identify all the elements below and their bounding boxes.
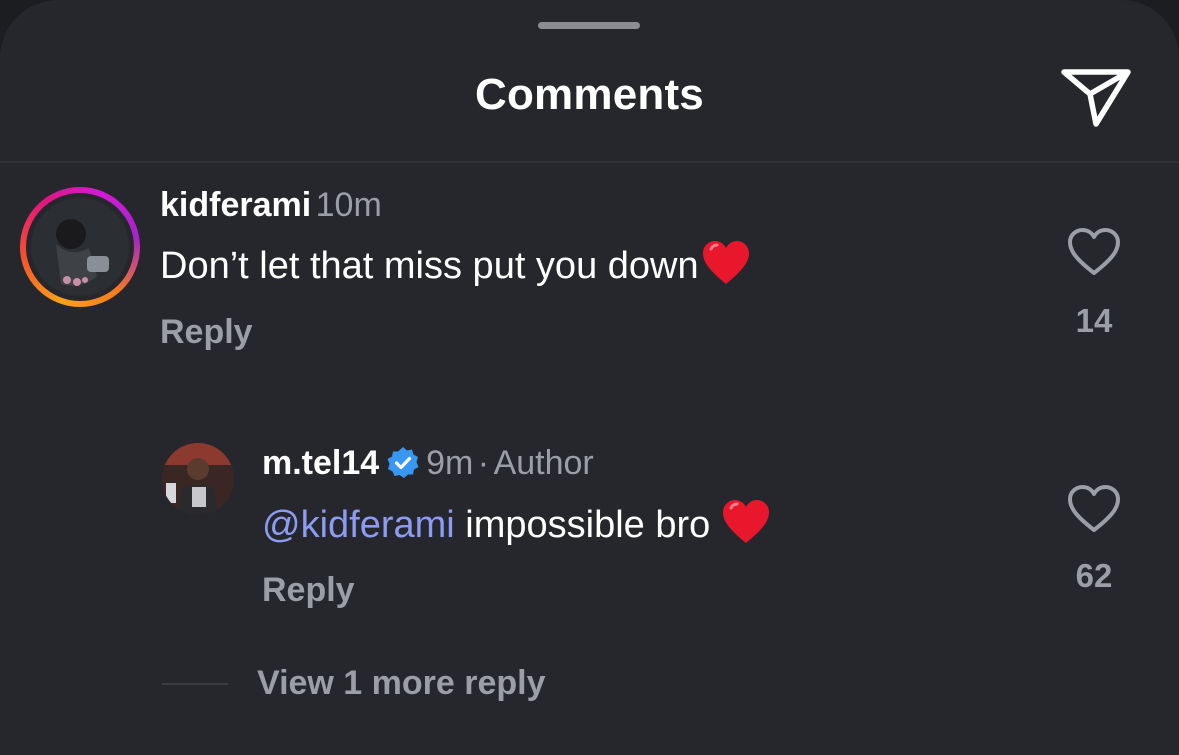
reply-meta: m.tel14 9m · Author — [262, 444, 594, 483]
like-button[interactable] — [1066, 484, 1122, 539]
like-count: 14 — [1075, 302, 1113, 339]
heart-emoji — [699, 241, 751, 287]
avatar-story-ring[interactable] — [20, 187, 140, 307]
avatar-photo — [162, 443, 234, 515]
comment-text: Don’t let that miss put you down — [160, 240, 751, 288]
comment-meta: kidferami 10m — [160, 186, 382, 225]
heart-outline-icon — [1068, 485, 1120, 532]
comments-header: Comments — [0, 60, 1179, 140]
reply-button[interactable]: Reply — [262, 571, 355, 610]
comment-username[interactable]: kidferami — [160, 186, 311, 224]
avatar[interactable] — [162, 443, 234, 515]
send-button[interactable] — [1058, 62, 1136, 134]
reply-button[interactable]: Reply — [160, 313, 253, 352]
reply-body: impossible bro — [454, 504, 721, 546]
page-title: Comments — [475, 70, 704, 119]
reply-time: 9m — [426, 444, 474, 482]
comment-time: 10m — [315, 186, 382, 224]
mention-link[interactable]: @kidferami — [262, 504, 455, 546]
reply-username[interactable]: m.tel14 — [262, 444, 379, 482]
drag-handle[interactable] — [538, 22, 640, 29]
header-divider — [0, 161, 1179, 163]
like-button[interactable] — [1066, 227, 1122, 282]
avatar — [31, 198, 129, 296]
avatar-photo — [31, 198, 129, 296]
meta-separator: · — [477, 444, 490, 482]
reply-text: @kidferami impossible bro — [262, 499, 771, 547]
view-more-line — [162, 683, 228, 685]
comments-sheet: Comments kidferami 10m Don’t let that mi… — [0, 0, 1179, 755]
like-count: 62 — [1075, 557, 1113, 594]
view-more-replies-button[interactable]: View 1 more reply — [257, 664, 546, 703]
author-label: Author — [493, 444, 594, 482]
heart-outline-icon — [1068, 228, 1120, 275]
verified-badge-icon — [387, 447, 419, 478]
send-icon — [1061, 69, 1131, 127]
red-heart-icon — [702, 241, 749, 284]
red-heart-icon — [722, 500, 769, 543]
heart-emoji — [721, 500, 771, 546]
comment-body: Don’t let that miss put you down — [160, 245, 699, 287]
